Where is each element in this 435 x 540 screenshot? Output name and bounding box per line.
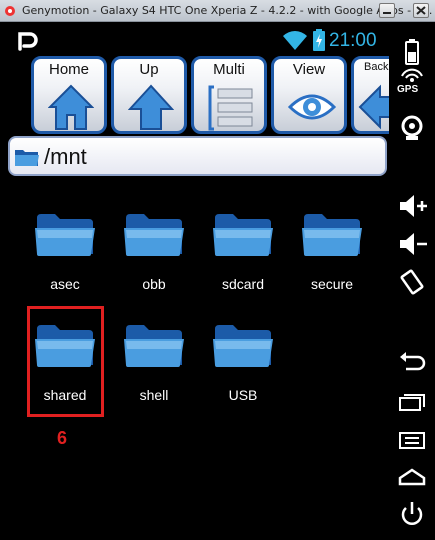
home-icon xyxy=(48,84,94,130)
status-clock: 21:00 xyxy=(329,30,377,51)
gps-icon[interactable] xyxy=(396,66,428,84)
selection-highlight-box xyxy=(27,306,104,417)
folder-label: asec xyxy=(50,276,80,292)
volume-down-icon[interactable] xyxy=(396,230,428,258)
home-nav-icon[interactable] xyxy=(396,462,428,490)
folder-label: obb xyxy=(142,276,166,292)
folder-item-shell[interactable]: shell xyxy=(114,321,194,413)
wifi-icon xyxy=(283,31,307,50)
close-button[interactable] xyxy=(413,3,429,18)
home-button-label: Home xyxy=(48,61,89,78)
arrow-up-icon xyxy=(128,84,174,130)
folder-item-secure[interactable]: secure xyxy=(292,210,372,302)
folder-item-usb[interactable]: USB xyxy=(203,321,283,413)
genymotion-logo-icon xyxy=(5,6,15,16)
volume-up-icon[interactable] xyxy=(396,192,428,220)
battery-charging-icon xyxy=(313,29,325,51)
app-notification-icon xyxy=(18,32,38,51)
annotation-number: 6 xyxy=(57,428,68,448)
up-button-label: Up xyxy=(139,61,159,78)
view-button[interactable]: View xyxy=(271,56,347,134)
webcam-icon[interactable] xyxy=(396,114,428,142)
battery-icon[interactable] xyxy=(396,38,428,66)
multi-button-label: Multi xyxy=(213,61,245,78)
current-path: /mnt xyxy=(44,144,87,169)
home-button[interactable]: Home xyxy=(31,56,107,134)
minimize-icon xyxy=(383,12,391,14)
minimize-button[interactable] xyxy=(379,3,395,18)
folder-label: sdcard xyxy=(221,276,265,292)
window-title: Genymotion - Galaxy S4 HTC One Xperia Z … xyxy=(22,4,433,17)
close-icon xyxy=(416,6,426,15)
folder-icon xyxy=(124,325,184,367)
back-button-label: Back xyxy=(364,61,389,73)
multi-select-button[interactable]: Multi xyxy=(191,56,267,134)
folder-label: USB xyxy=(228,387,258,403)
folder-label: secure xyxy=(310,276,354,292)
toolbar: Home Up Multi View Back xyxy=(31,56,389,136)
recent-apps-icon[interactable] xyxy=(396,388,428,416)
gps-label: GPS xyxy=(397,84,419,95)
folder-item-sdcard[interactable]: sdcard xyxy=(203,210,283,302)
folder-icon xyxy=(302,214,362,256)
up-button[interactable]: Up xyxy=(111,56,187,134)
path-bar[interactable]: /mnt xyxy=(8,136,387,176)
multi-list-icon xyxy=(208,85,253,131)
rotate-screen-icon[interactable] xyxy=(396,268,428,296)
device-screen: 21:00 Home Up Multi View Back /mnt asec … xyxy=(7,22,389,534)
window-title-bar: Genymotion - Galaxy S4 HTC One Xperia Z … xyxy=(0,0,435,22)
folder-item-asec[interactable]: asec xyxy=(25,210,105,302)
folder-icon xyxy=(124,214,184,256)
menu-icon[interactable] xyxy=(396,426,428,454)
eye-icon xyxy=(288,94,336,120)
power-icon[interactable] xyxy=(396,500,428,528)
emulator-side-panel: GPS xyxy=(389,22,435,540)
folder-icon xyxy=(15,150,39,166)
back-button[interactable]: Back xyxy=(351,56,389,134)
folder-label: shell xyxy=(139,387,169,403)
arrow-back-icon xyxy=(358,84,389,130)
status-bar: 21:00 xyxy=(7,26,389,54)
folder-icon xyxy=(213,325,273,367)
folder-item-obb[interactable]: obb xyxy=(114,210,194,302)
view-button-label: View xyxy=(292,61,326,78)
folder-icon xyxy=(35,214,95,256)
folder-icon xyxy=(213,214,273,256)
back-nav-icon[interactable] xyxy=(396,348,428,376)
